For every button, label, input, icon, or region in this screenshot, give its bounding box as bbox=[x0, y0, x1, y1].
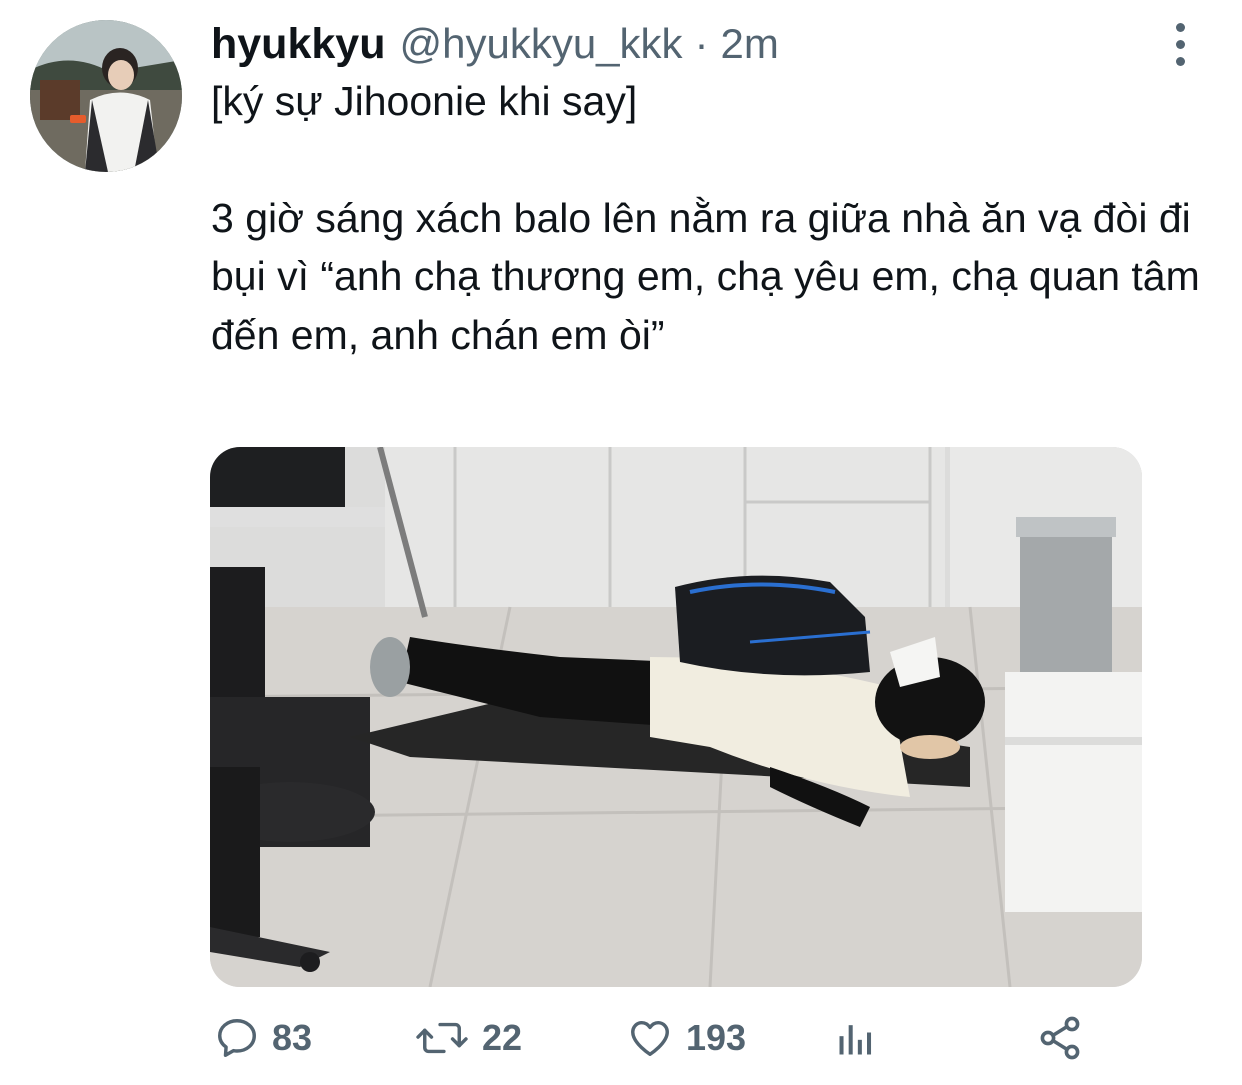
handle[interactable]: @hyukkyu_kkk bbox=[399, 20, 682, 67]
reply-button[interactable]: 83 bbox=[214, 1008, 312, 1068]
tweet-action-bar: 83 22 193 bbox=[214, 1008, 1094, 1068]
tweet-media-photo[interactable] bbox=[210, 447, 1142, 987]
analytics-icon bbox=[839, 1025, 872, 1055]
avatar[interactable] bbox=[30, 20, 182, 172]
meta-separator: · bbox=[694, 20, 709, 67]
photo-illustration bbox=[210, 447, 1142, 987]
more-options-icon[interactable] bbox=[1158, 18, 1202, 70]
retweet-icon bbox=[416, 1022, 468, 1054]
retweet-button[interactable]: 22 bbox=[414, 1008, 522, 1068]
tweet-text-title: [ký sự Jihoonie khi say] bbox=[211, 78, 638, 124]
tweet-text-body: 3 giờ sáng xách balo lên nằm ra giữa nhà… bbox=[211, 194, 1200, 358]
share-button[interactable] bbox=[1036, 1008, 1084, 1068]
tweet-header: hyukkyu @hyukkyu_kkk · 2m bbox=[211, 14, 791, 74]
reply-count: 83 bbox=[272, 1017, 313, 1058]
tweet-text: [ký sự Jihoonie khi say] 3 giờ sáng xách… bbox=[211, 72, 1201, 364]
share-icon bbox=[1040, 1016, 1080, 1060]
avatar-photo bbox=[30, 20, 182, 172]
analytics-button[interactable] bbox=[834, 1008, 878, 1068]
like-button[interactable]: 193 bbox=[626, 1008, 746, 1068]
timestamp[interactable]: 2m bbox=[721, 20, 779, 67]
display-name[interactable]: hyukkyu bbox=[211, 20, 385, 69]
heart-icon bbox=[631, 1020, 669, 1057]
tweet-meta: @hyukkyu_kkk · 2m bbox=[399, 20, 790, 68]
like-count: 193 bbox=[686, 1017, 747, 1058]
retweet-count: 22 bbox=[482, 1017, 523, 1058]
reply-icon bbox=[218, 1019, 256, 1057]
